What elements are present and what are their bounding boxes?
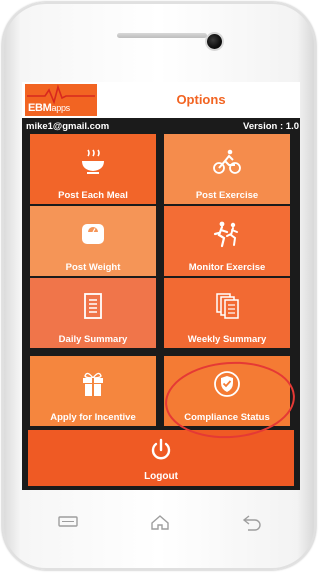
app-header: EBMapps Options	[22, 82, 300, 118]
monitor-exercise-label: Monitor Exercise	[188, 262, 266, 273]
recent-apps-icon[interactable]	[56, 512, 80, 532]
document-icon	[84, 293, 102, 319]
post-exercise-button[interactable]: Post Exercise	[164, 134, 290, 204]
meal-bowl-icon	[82, 149, 104, 174]
user-email: mike1@gmail.com	[26, 121, 110, 132]
daily-summary-label: Daily Summary	[58, 334, 128, 345]
page-title: Options	[176, 92, 226, 107]
apply-for-incentive-button[interactable]: Apply for Incentive	[30, 356, 156, 426]
post-each-meal-button[interactable]: Post Each Meal	[30, 134, 156, 204]
front-camera	[207, 34, 222, 49]
post-each-meal-label: Post Each Meal	[58, 190, 128, 201]
runners-icon	[213, 221, 238, 248]
earpiece-speaker	[117, 33, 207, 38]
back-icon[interactable]	[240, 512, 264, 532]
cyclist-icon	[213, 149, 241, 174]
documents-icon	[216, 293, 239, 319]
post-exercise-label: Post Exercise	[195, 190, 259, 201]
weekly-summary-label: Weekly Summary	[187, 334, 267, 345]
ebm-apps-logo: EBMapps	[25, 84, 97, 116]
weekly-summary-button[interactable]: Weekly Summary	[164, 278, 290, 348]
compliance-status-button[interactable]: Compliance Status	[164, 356, 290, 426]
post-weight-button[interactable]: Post Weight	[30, 206, 156, 276]
monitor-exercise-button[interactable]: Monitor Exercise	[164, 206, 290, 276]
gift-icon	[83, 372, 103, 396]
logo-brand: EBM	[28, 102, 52, 114]
power-icon	[151, 438, 171, 460]
logo-suffix: apps	[51, 103, 71, 113]
daily-summary-button[interactable]: Daily Summary	[30, 278, 156, 348]
shield-check-icon	[214, 371, 240, 397]
apply-for-incentive-label: Apply for Incentive	[50, 412, 136, 423]
post-weight-label: Post Weight	[65, 262, 121, 273]
app-screen: EBMapps Options mike1@gmail.com Version …	[22, 82, 300, 490]
compliance-status-label: Compliance Status	[184, 412, 270, 423]
logout-label: Logout	[144, 471, 178, 482]
scale-icon	[82, 224, 104, 244]
logout-button[interactable]: Logout	[28, 430, 294, 486]
user-info-bar: mike1@gmail.com Version : 1.0	[22, 120, 300, 134]
home-icon[interactable]	[148, 512, 172, 532]
app-version: Version : 1.0	[243, 121, 299, 132]
